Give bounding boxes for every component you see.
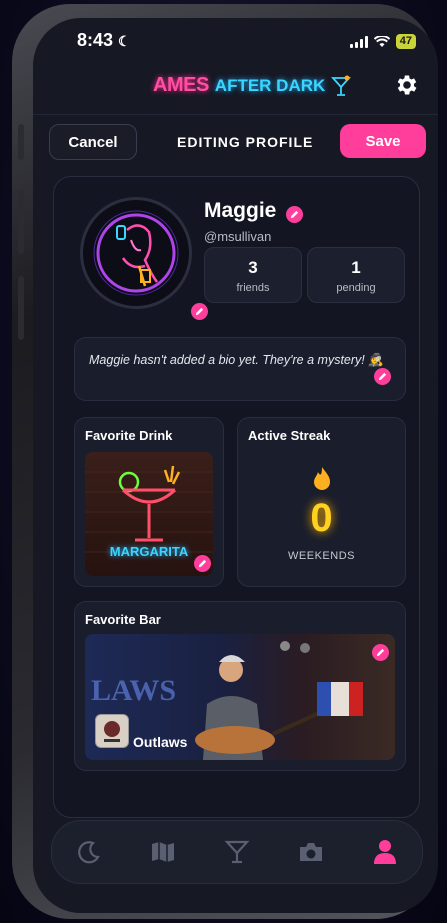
signal-icon [349, 35, 368, 48]
header-divider [33, 114, 438, 115]
flame-icon [314, 467, 330, 490]
favorite-drink-title: Favorite Drink [85, 428, 173, 443]
streak-unit-label: WEEKENDS [288, 550, 355, 562]
favorite-drink-card[interactable]: Favorite Drink MARGARITA [74, 417, 224, 587]
tab-map[interactable] [145, 834, 181, 870]
pending-label: pending [336, 282, 376, 294]
moon-icon: ☾ [118, 33, 131, 49]
settings-gear-icon[interactable] [394, 72, 420, 98]
status-time: 8:43 ☾ [77, 30, 131, 51]
tab-drinks[interactable] [219, 834, 255, 870]
edit-drink-pencil-icon[interactable] [194, 555, 211, 572]
phone-frame: 8:43 ☾ 47 AMES AFTER DARK Cancel EDITING… [12, 4, 438, 919]
status-time-text: 8:43 [77, 30, 114, 50]
status-indicators: 47 [349, 34, 416, 49]
logo-text-after-dark: AFTER DARK [214, 75, 326, 95]
profile-name: Maggie [204, 199, 304, 223]
active-streak-title: Active Streak [248, 428, 331, 443]
active-streak-card: Active Streak 0 WEEKENDS [237, 417, 406, 587]
screen: 8:43 ☾ 47 AMES AFTER DARK Cancel EDITING… [33, 18, 438, 913]
tab-home-night[interactable] [71, 834, 107, 870]
favorite-bar-title: Favorite Bar [85, 612, 161, 627]
tab-camera[interactable] [293, 834, 329, 870]
margarita-sign-text: MARGARITA [109, 544, 189, 559]
volume-up-button [18, 190, 24, 254]
tab-profile[interactable] [367, 834, 403, 870]
edit-avatar-pencil-icon[interactable] [191, 303, 208, 320]
app-header: AMES AFTER DARK [33, 70, 438, 114]
status-bar: 8:43 ☾ 47 [33, 18, 438, 64]
app-logo: AMES AFTER DARK [153, 74, 352, 97]
streak-count: 0 [310, 496, 333, 540]
cancel-button[interactable]: Cancel [49, 124, 137, 160]
mute-switch [18, 124, 24, 160]
bio-text: Maggie hasn't added a bio yet. They're a… [89, 353, 384, 367]
profile-handle: @msullivan [204, 229, 272, 244]
cocktail-logo-icon [331, 75, 352, 96]
map-icon [152, 842, 174, 862]
bar-photo: LAWS [85, 634, 395, 760]
favorite-bar-card[interactable]: Favorite Bar LAWS Outlaws [74, 601, 406, 771]
user-icon [374, 840, 396, 864]
profile-name-text: Maggie [204, 199, 277, 222]
volume-down-button [18, 276, 24, 340]
edit-name-pencil-icon[interactable] [286, 206, 304, 223]
edit-toolbar: Cancel EDITING PROFILE Save [49, 124, 426, 160]
editing-profile-title: EDITING PROFILE [177, 134, 314, 150]
pending-stat[interactable]: 1 pending [307, 247, 405, 303]
logo-text-ames: AMES [153, 74, 209, 96]
friends-stat[interactable]: 3 friends [204, 247, 302, 303]
profile-card: Maggie @msullivan 3 friends 1 pending Ma… [53, 176, 420, 818]
avatar[interactable] [80, 197, 192, 309]
avatar-neon-image [93, 210, 179, 296]
friends-label: friends [236, 282, 270, 294]
edit-bio-pencil-icon[interactable] [374, 368, 391, 385]
bio-box[interactable]: Maggie hasn't added a bio yet. They're a… [74, 337, 406, 401]
camera-icon [300, 843, 322, 861]
favorite-bar-name: Outlaws [133, 734, 188, 750]
wifi-icon [373, 35, 390, 47]
battery-indicator: 47 [395, 34, 416, 49]
bar-logo-thumbnail [95, 714, 129, 748]
moon-icon [78, 841, 100, 864]
pending-count: 1 [351, 258, 361, 277]
cocktail-icon [224, 840, 250, 864]
edit-bar-pencil-icon[interactable] [372, 644, 389, 661]
save-button[interactable]: Save [340, 124, 426, 158]
margarita-neon-image: MARGARITA [85, 452, 213, 576]
friends-count: 3 [248, 258, 258, 277]
bottom-tab-bar [51, 820, 423, 884]
